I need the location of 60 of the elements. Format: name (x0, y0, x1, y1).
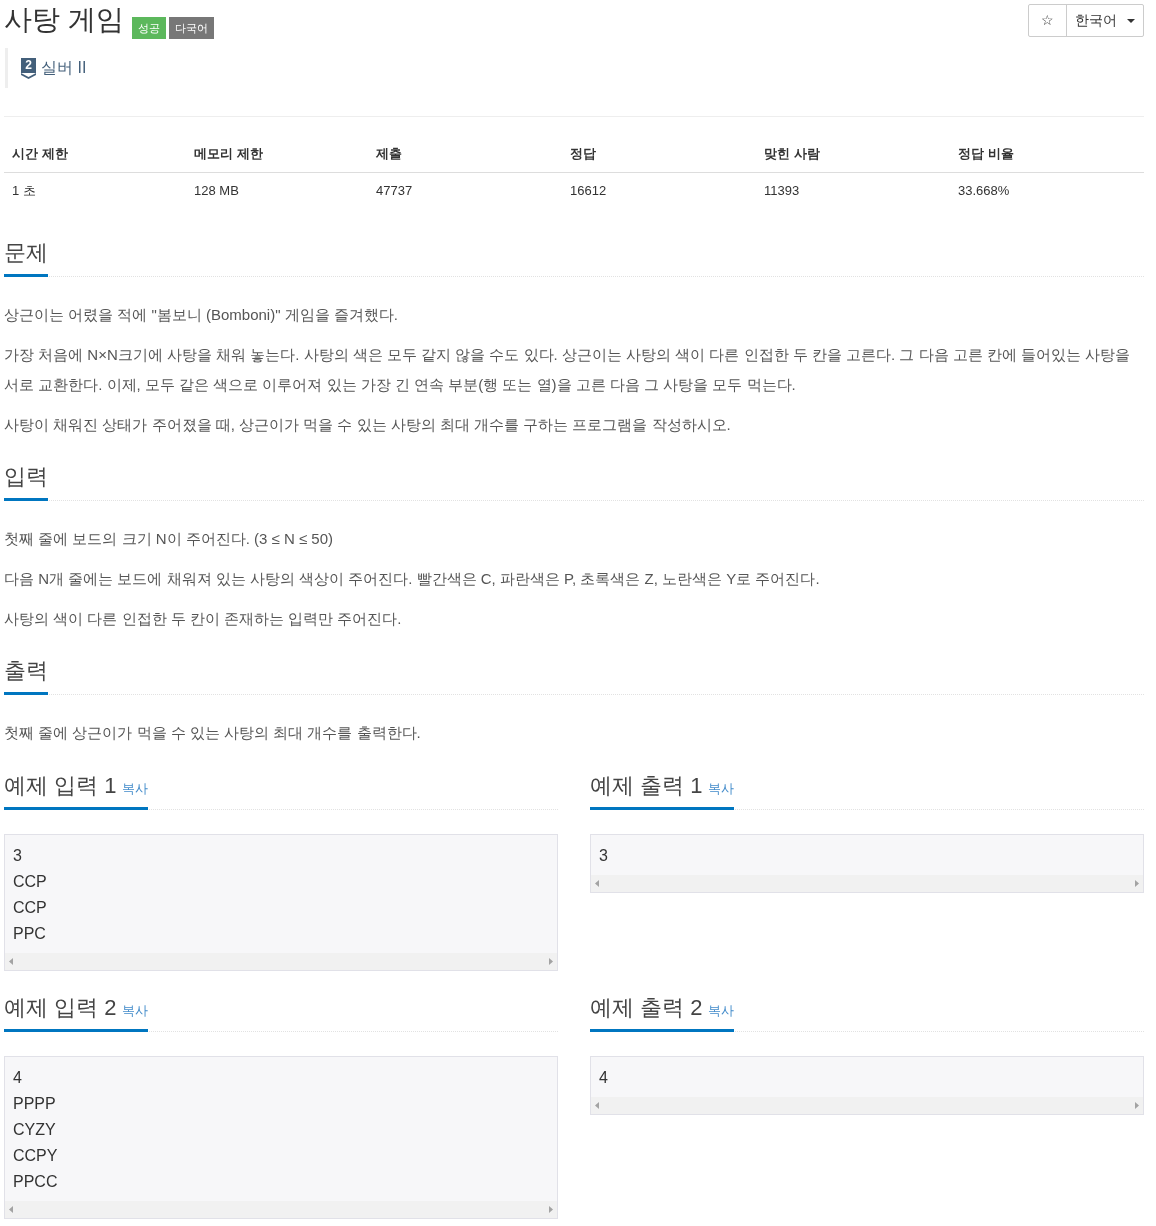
favorite-button[interactable]: ☆ (1029, 5, 1067, 36)
table-header-cell: 메모리 제한 (186, 136, 368, 172)
copy-link[interactable]: 복사 (708, 1001, 735, 1021)
tier-name: 실버 II (41, 58, 87, 78)
sample-title: 예제 출력 1 (590, 772, 703, 800)
table-cell: 33.668% (950, 172, 1144, 208)
table-cell: 11393 (756, 172, 950, 208)
scroll-right-icon[interactable] (1135, 1102, 1139, 1109)
table-header-cell: 시간 제한 (4, 136, 186, 172)
sample-title: 예제 입력 2 (4, 994, 117, 1022)
table-header-cell: 제출 (368, 136, 562, 172)
paragraph: 가장 처음에 N×N크기에 사탕을 채워 놓는다. 사탕의 색은 모두 같지 않을 수도 있다. 상근이는 사탕의 색이 다른 인접한 두 칸을 고른다. 그 다음 고른 칸에 들어있는 사탕을 서로 교환한다. 이제, 모두 같은 색으로 이루어져 있는 가장 긴 연속 부분(행 또는 열)을 고른 다음 그 사탕을 모두 먹는다. (4, 345, 1132, 395)
code-line: 3 (13, 846, 22, 866)
table-header-cell: 정답 비율 (950, 136, 1144, 172)
paragraph: 사탕이 채워진 상태가 주어졌을 때, 상근이가 먹을 수 있는 사탕의 최대 개수를 구하는 프로그램을 작성하시오. (4, 415, 732, 435)
horizontal-scrollbar[interactable] (5, 953, 557, 970)
sample-title: 예제 입력 1 (4, 772, 117, 800)
code-line: CCP (13, 872, 47, 892)
code-line: CCPY (13, 1146, 58, 1166)
scroll-right-icon[interactable] (549, 1206, 553, 1213)
code-line: PPPP (13, 1094, 56, 1114)
code-line: 4 (13, 1068, 22, 1088)
horizontal-scrollbar[interactable] (591, 875, 1143, 892)
scroll-left-icon[interactable] (9, 958, 13, 965)
sample-title: 예제 출력 2 (590, 994, 703, 1022)
problem-title: 사탕 게임 (4, 3, 124, 37)
table-cell: 128 MB (186, 172, 368, 208)
table-cell: 1 초 (4, 172, 186, 208)
paragraph: 다음 N개 줄에는 보드에 채워져 있는 사탕의 색상이 주어진다. 빨간색은 C, 파란색은 P, 초록색은 Z, 노란색은 Y로 주어진다. (4, 569, 821, 589)
scroll-left-icon[interactable] (595, 880, 599, 887)
paragraph: 사탕의 색이 다른 인접한 두 칸이 존재하는 입력만 주어진다. (4, 609, 403, 629)
copy-link[interactable]: 복사 (122, 779, 149, 799)
paragraph: 상근이는 어렸을 적에 "봄보니 (Bomboni)" 게임을 즐겨했다. (4, 305, 399, 325)
horizontal-scrollbar[interactable] (591, 1097, 1143, 1114)
horizontal-scrollbar[interactable] (5, 1201, 557, 1218)
table-cell: 47737 (368, 172, 562, 208)
code-line: 4 (599, 1068, 608, 1088)
problem-label: 성공 (131, 17, 166, 39)
problem-label: 다국어 (168, 17, 214, 39)
code-line: 3 (599, 846, 608, 866)
section-heading: 입력 (4, 462, 48, 501)
table-cell: 16612 (562, 172, 756, 208)
scroll-left-icon[interactable] (9, 1206, 13, 1213)
code-line: CCP (13, 898, 47, 918)
copy-link[interactable]: 복사 (122, 1001, 149, 1021)
section-heading: 문제 (4, 238, 48, 277)
table-header-cell: 맞힌 사람 (756, 136, 950, 172)
code-line: PPC (13, 924, 46, 944)
code-line: PPCC (13, 1172, 58, 1192)
caret-icon (1127, 18, 1135, 23)
table-header-cell: 정답 (562, 136, 756, 172)
scroll-right-icon[interactable] (1135, 880, 1139, 887)
paragraph: 첫째 줄에 보드의 크기 N이 주어진다. (3 ≤ N ≤ 50) (4, 529, 334, 549)
copy-link[interactable]: 복사 (708, 779, 735, 799)
scroll-left-icon[interactable] (595, 1102, 599, 1109)
scroll-right-icon[interactable] (549, 958, 553, 965)
paragraph: 첫째 줄에 상근이가 먹을 수 있는 사탕의 최대 개수를 출력한다. (4, 723, 422, 743)
language-dropdown[interactable]: 한국어 (1067, 5, 1143, 36)
code-line: CYZY (13, 1120, 56, 1140)
section-heading: 출력 (4, 656, 48, 695)
